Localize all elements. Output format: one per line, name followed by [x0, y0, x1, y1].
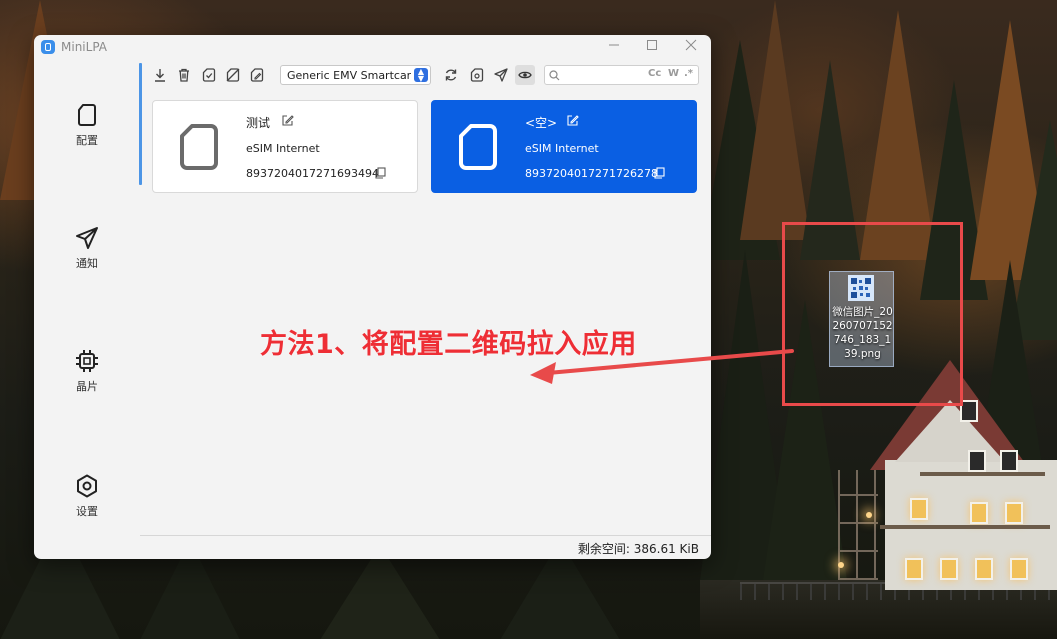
drag-arrow-icon	[530, 349, 794, 384]
instruction-annotation: 方法1、将配置二维码拉入应用	[260, 329, 637, 360]
